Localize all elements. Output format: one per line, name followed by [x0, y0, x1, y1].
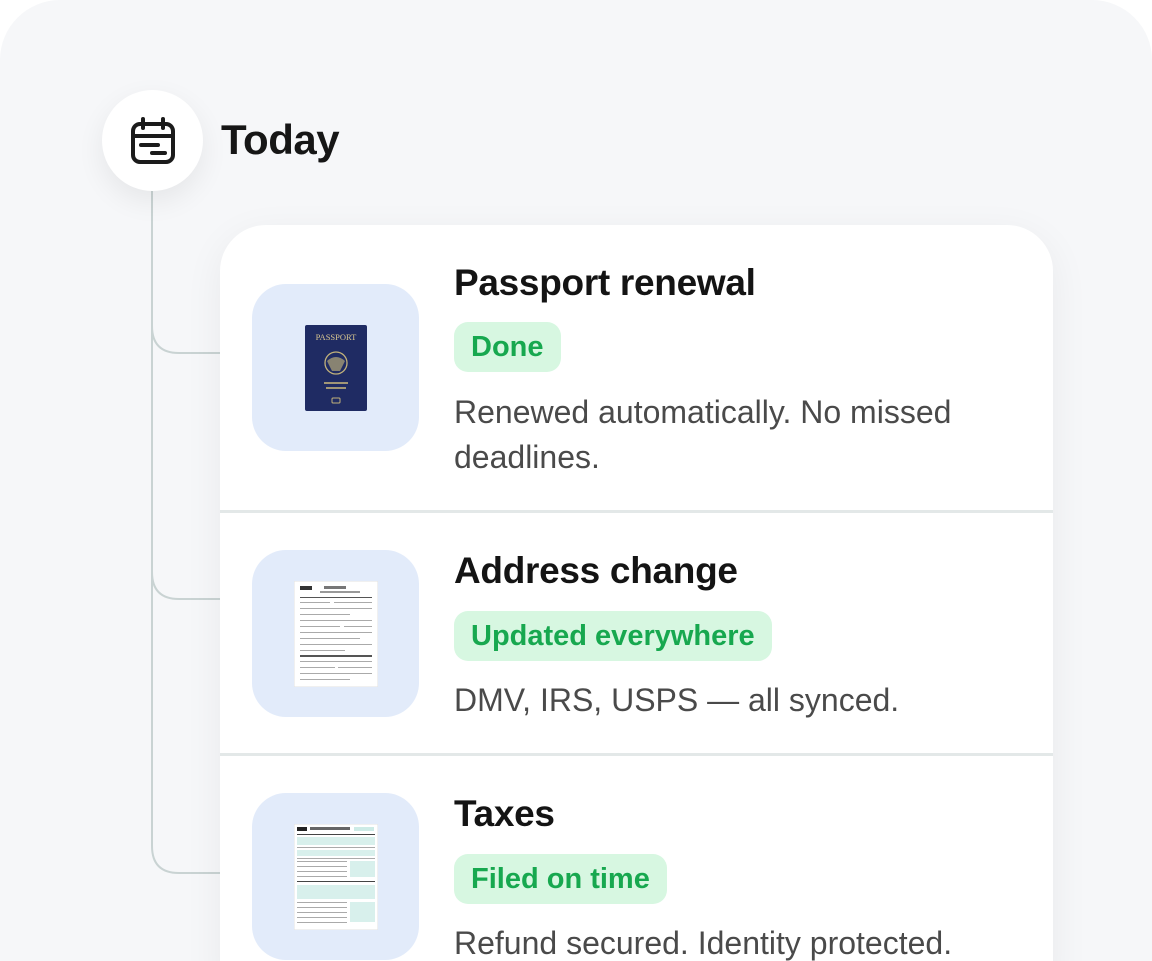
address-change-thumbnail: [252, 550, 419, 717]
status-badge: Done: [454, 322, 561, 372]
passport-image: PASSPORT: [304, 324, 367, 411]
task-item-taxes[interactable]: Taxes Filed on time Refund secured. Iden…: [220, 756, 1053, 961]
address-change-form-image: [293, 580, 378, 687]
task-description: Renewed automatically. No missed deadlin…: [454, 394, 952, 475]
timeline-panel: Today PASSPORT Passport renewal Done Ren…: [0, 0, 1152, 961]
tax-form-image: [293, 823, 378, 930]
timeline-day-title: Today: [221, 116, 340, 163]
svg-text:PASSPORT: PASSPORT: [315, 332, 357, 342]
passport-thumbnail: PASSPORT: [252, 284, 419, 451]
status-badge: Updated everywhere: [454, 611, 772, 661]
task-title: Address change: [454, 550, 738, 591]
task-description: DMV, IRS, USPS — all synced.: [454, 682, 900, 718]
taxes-thumbnail: [252, 793, 419, 960]
task-item-address-change[interactable]: Address change Updated everywhere DMV, I…: [220, 513, 1053, 756]
task-title: Taxes: [454, 793, 555, 834]
calendar-icon-badge: [102, 90, 203, 191]
status-badge: Filed on time: [454, 854, 667, 904]
task-title: Passport renewal: [454, 262, 756, 303]
task-description: Refund secured. Identity protected.: [454, 925, 953, 961]
calendar-icon: [130, 116, 175, 164]
task-item-passport[interactable]: PASSPORT Passport renewal Done Renewed a…: [220, 225, 1053, 513]
task-card: PASSPORT Passport renewal Done Renewed a…: [220, 225, 1053, 961]
